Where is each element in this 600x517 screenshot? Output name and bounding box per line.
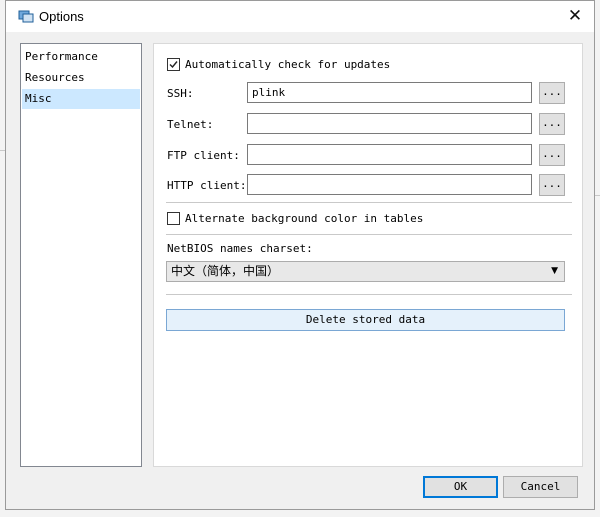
app-icon bbox=[18, 8, 34, 24]
netbios-label: NetBIOS names charset: bbox=[167, 242, 313, 255]
auto-update-label: Automatically check for updates bbox=[185, 58, 391, 71]
netbios-charset-select[interactable]: 中文（简体，中国） ▼ bbox=[166, 261, 565, 282]
ssh-field[interactable]: plink bbox=[247, 82, 532, 103]
nav-item-resources[interactable]: Resources bbox=[22, 68, 140, 88]
ssh-label: SSH: bbox=[167, 87, 194, 100]
checkmark-icon bbox=[169, 61, 178, 69]
title-bar: Options ✕ bbox=[6, 1, 594, 32]
dropdown-arrow-icon: ▼ bbox=[551, 266, 558, 276]
ssh-browse-button[interactable]: ... bbox=[539, 82, 565, 104]
telnet-label: Telnet: bbox=[167, 118, 214, 131]
misc-settings-panel: Automatically check for updates SSH: pli… bbox=[153, 43, 583, 467]
http-browse-button[interactable]: ... bbox=[539, 174, 565, 196]
alt-bg-label: Alternate background color in tables bbox=[185, 212, 424, 225]
divider bbox=[166, 294, 572, 295]
netbios-charset-value: 中文（简体，中国） bbox=[171, 264, 280, 278]
background-divider bbox=[595, 195, 600, 196]
telnet-browse-button[interactable]: ... bbox=[539, 113, 565, 135]
telnet-field[interactable] bbox=[247, 113, 532, 134]
divider bbox=[166, 234, 572, 235]
auto-update-checkbox[interactable] bbox=[167, 58, 180, 71]
options-nav-list: Performance Resources Misc bbox=[20, 43, 142, 467]
http-label: HTTP client: bbox=[167, 179, 247, 192]
ftp-browse-button[interactable]: ... bbox=[539, 144, 565, 166]
cancel-button[interactable]: Cancel bbox=[503, 476, 578, 498]
nav-item-performance[interactable]: Performance bbox=[22, 47, 140, 67]
options-dialog: Options ✕ Performance Resources Misc Aut… bbox=[5, 0, 595, 510]
window-title: Options bbox=[39, 9, 84, 24]
alt-bg-checkbox[interactable] bbox=[167, 212, 180, 225]
ok-button[interactable]: OK bbox=[423, 476, 498, 498]
ftp-client-field[interactable] bbox=[247, 144, 532, 165]
divider bbox=[166, 202, 572, 203]
delete-stored-data-button[interactable]: Delete stored data bbox=[166, 309, 565, 331]
close-icon[interactable]: ✕ bbox=[562, 4, 588, 28]
ftp-label: FTP client: bbox=[167, 149, 240, 162]
nav-item-misc[interactable]: Misc bbox=[22, 89, 140, 109]
http-client-field[interactable] bbox=[247, 174, 532, 195]
